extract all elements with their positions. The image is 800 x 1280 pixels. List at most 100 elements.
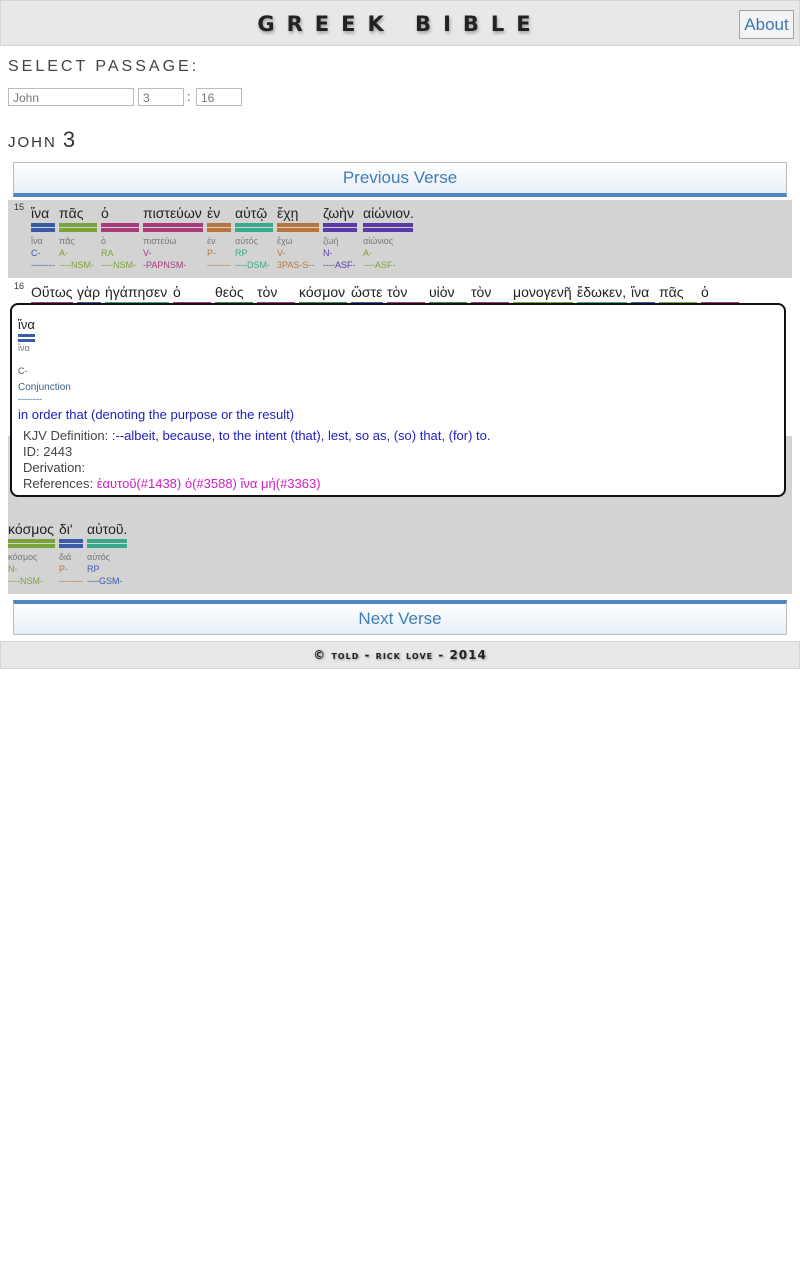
word-text: ὁ	[101, 205, 109, 221]
word-text: γὰρ	[77, 284, 101, 300]
greek-word[interactable]: ἔχῃ ἔχω V- 3PAS-S--	[277, 205, 319, 270]
word-color-bar	[235, 223, 273, 227]
word-color-bar	[143, 228, 203, 232]
greek-word[interactable]: αὐτοῦ. αὐτός RP ----GSM-	[87, 521, 127, 586]
word-color-bar	[323, 223, 357, 227]
greek-word[interactable]: αὐτῷ αὐτός RP ----DSM-	[235, 205, 273, 270]
word-text: τὸν	[257, 284, 278, 300]
references-label: References:	[23, 476, 94, 491]
greek-word[interactable]: δι' διά P- --------	[59, 521, 83, 586]
kjv-label: KJV Definition:	[23, 428, 109, 443]
word-parse: --------	[207, 260, 231, 270]
word-color-bar	[207, 223, 231, 227]
word-pos: A-	[363, 248, 372, 258]
word-lemma: ἵνα	[31, 236, 43, 246]
word-pos: P-	[207, 248, 216, 258]
word-pos: N-	[323, 248, 333, 258]
word-text: ἔχῃ	[277, 205, 299, 221]
previous-verse-button[interactable]: Previous Verse	[13, 162, 787, 197]
word-color-bar	[277, 223, 319, 227]
word-text: πιστεύων	[143, 205, 202, 221]
word-color-bar	[207, 228, 231, 232]
word-text: κόσμος	[8, 521, 54, 537]
popup-lemma: ἵνα	[18, 343, 30, 353]
greek-word[interactable]: αἰώνιον. αἰώνιος A- ----ASF-	[363, 205, 414, 270]
greek-word[interactable]: πᾶς πᾶς A- ----NSM-	[59, 205, 97, 270]
word-text: ἔδωκεν,	[577, 284, 627, 300]
word-color-bar	[323, 228, 357, 232]
greek-word[interactable]: ἵνα ἵνα C- --------	[31, 205, 55, 270]
chapter-verse-separator: :	[187, 89, 191, 104]
next-verse-button[interactable]: Next Verse	[13, 600, 787, 635]
word-color-bar	[59, 228, 97, 232]
word-color-bar	[363, 223, 413, 227]
word-parse: ----NSM-	[101, 260, 136, 270]
word-lemma: αὐτός	[87, 552, 111, 562]
word-text: αἰώνιον.	[363, 205, 414, 221]
word-parse: ----ASF-	[323, 260, 356, 270]
id-label: ID:	[23, 444, 40, 459]
popup-parse: --------	[18, 394, 42, 404]
greek-word[interactable]: κόσμος κόσμος N- ----NSM-	[8, 521, 55, 586]
greek-word[interactable]: ζωὴν ζωή N- ----ASF-	[323, 205, 357, 270]
popup-gloss: in order that (denoting the purpose or t…	[18, 407, 295, 422]
popup-id-line: ID: 2443	[23, 444, 72, 459]
word-lemma: αὐτός	[235, 236, 259, 246]
popup-word: ἵνα	[18, 317, 35, 332]
word-color-bar	[8, 544, 55, 548]
word-color-bar	[8, 539, 55, 543]
word-color-bar	[59, 223, 97, 227]
word-color-bar	[143, 223, 203, 227]
word-pos: V-	[143, 248, 152, 258]
word-parse: ----ASF-	[363, 260, 396, 270]
word-text: ζωὴν	[323, 205, 354, 221]
word-text: κόσμον	[299, 284, 346, 300]
verse-number: 16	[14, 281, 25, 291]
chapter-heading-book: JOHN	[8, 134, 57, 151]
word-text: μονογενῆ	[513, 284, 572, 300]
word-color-bar	[101, 223, 139, 227]
chapter-heading-number: 3	[62, 127, 76, 152]
word-text: πᾶς	[659, 284, 684, 300]
references-value[interactable]: ἑαυτοῦ(#1438) ὁ(#3588) ἵνα μή(#3363)	[97, 476, 321, 491]
book-input[interactable]: John	[8, 88, 134, 106]
word-lemma: κόσμος	[8, 552, 38, 562]
greek-word[interactable]: πιστεύων πιστεύω V- -PAPNSM-	[143, 205, 203, 270]
word-parse: ----DSM-	[235, 260, 270, 270]
word-text: δι'	[59, 521, 73, 537]
word-text: ὁ	[173, 284, 181, 300]
about-button[interactable]: About	[739, 10, 794, 39]
greek-word[interactable]: ὁ ὁ RA ----NSM-	[101, 205, 139, 270]
greek-word[interactable]: ἐν ἐν P- --------	[207, 205, 231, 270]
verse-input[interactable]: 16	[196, 88, 242, 106]
select-passage-label: SELECT PASSAGE:	[8, 58, 200, 75]
popup-pos-name: Conjunction	[18, 382, 71, 393]
word-pos: P-	[59, 564, 68, 574]
word-lemma: ἐν	[207, 236, 216, 246]
popup-pos-code: C-	[18, 366, 28, 376]
verse-number: 15	[14, 202, 25, 212]
word-parse: ----NSM-	[8, 576, 43, 586]
word-color-bar	[235, 228, 273, 232]
chapter-input[interactable]: 3	[138, 88, 184, 106]
word-text: τὸν	[471, 284, 492, 300]
word-lemma: πᾶς	[59, 236, 75, 246]
word-pos: V-	[277, 248, 286, 258]
popup-kjv-line: KJV Definition: :--albeit, because, to t…	[23, 428, 491, 443]
kjv-value: :--albeit, because, to the intent (that)…	[111, 428, 491, 443]
word-pos: N-	[8, 564, 18, 574]
word-parse: --------	[31, 260, 55, 270]
word-color-bar	[363, 228, 413, 232]
word-text: αὐτῷ	[235, 205, 268, 221]
word-text: θεὸς	[215, 284, 244, 300]
footer: © told - rick love - 2014	[0, 641, 800, 669]
word-parse: --------	[59, 576, 83, 586]
derivation-label: Derivation:	[23, 460, 86, 475]
popup-color-bar	[18, 339, 35, 342]
site-title: GREEK BIBLE	[257, 12, 543, 36]
word-pos: C-	[31, 248, 41, 258]
word-pos: A-	[59, 248, 68, 258]
word-pos: RP	[87, 564, 100, 574]
word-text: ἵνα	[31, 205, 50, 221]
popup-color-bar	[18, 334, 35, 337]
